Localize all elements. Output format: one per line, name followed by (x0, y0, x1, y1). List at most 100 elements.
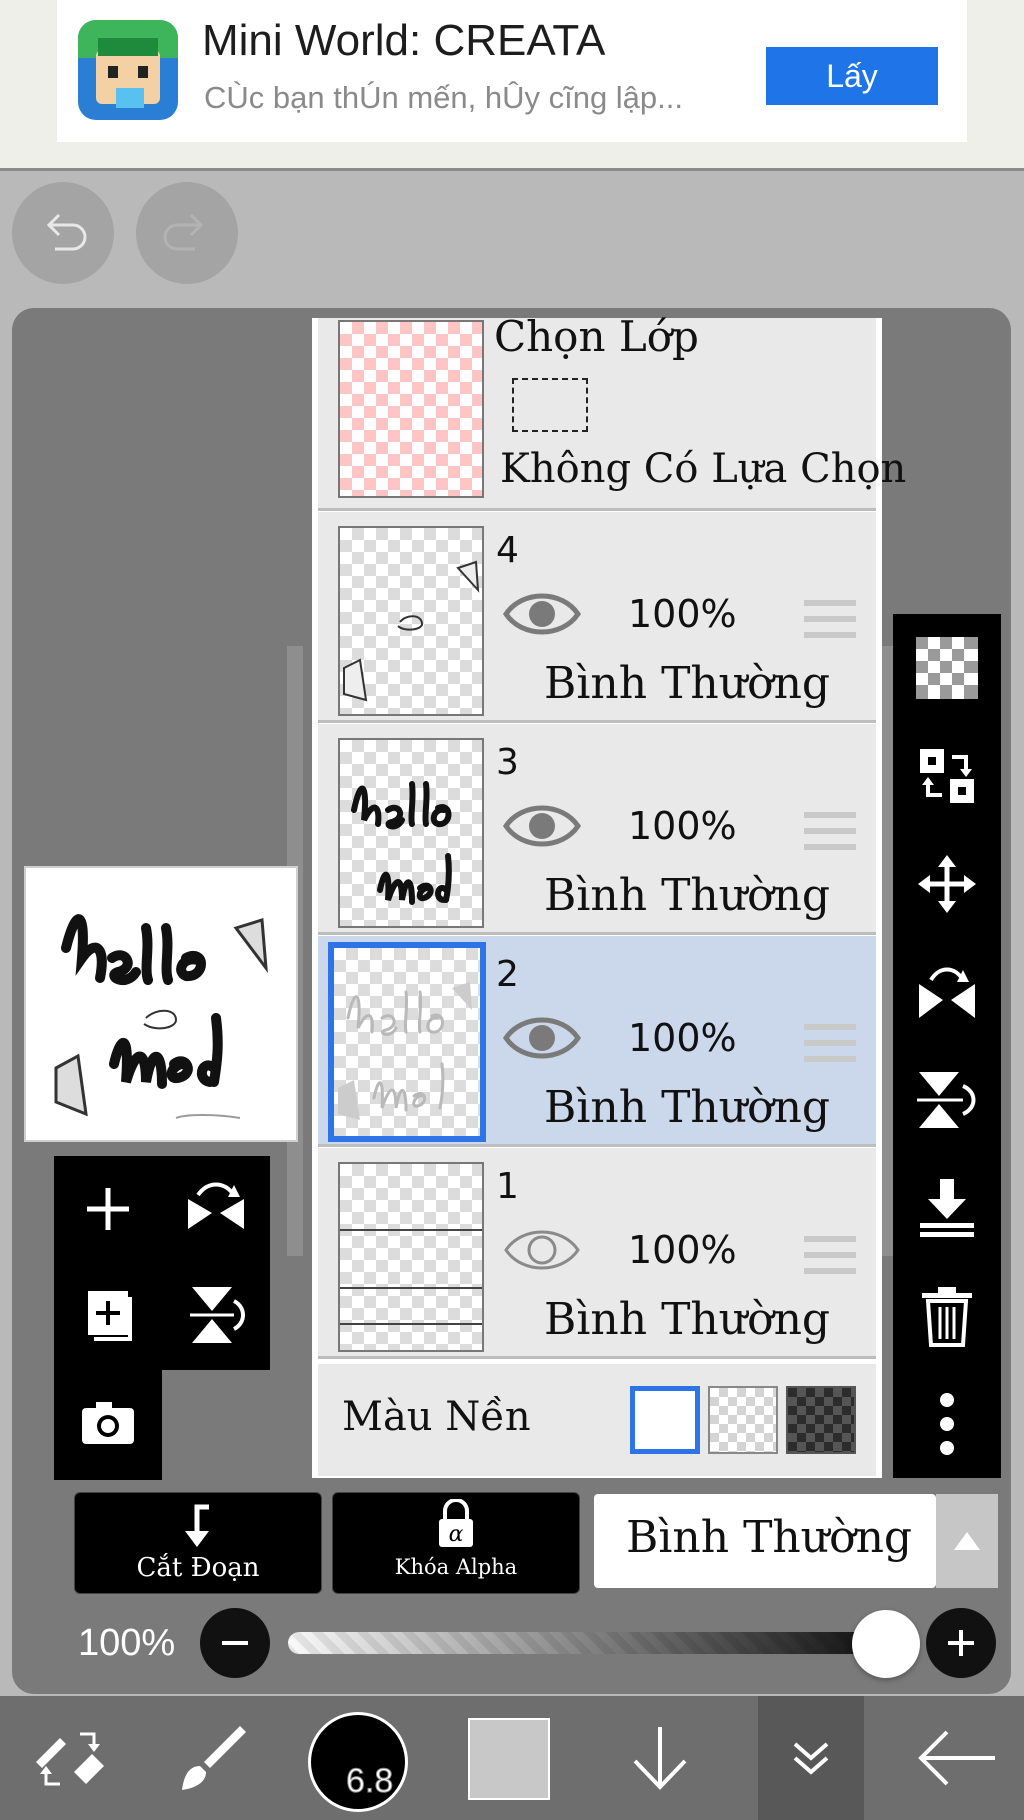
ad-title[interactable]: Mini World: CREATA (202, 16, 605, 66)
selection-layer-thumbnail (338, 320, 484, 498)
triangle-up-icon (954, 1532, 980, 1550)
minus-icon (222, 1641, 248, 1645)
brush-tool-button[interactable] (140, 1696, 280, 1820)
redo-icon (163, 213, 204, 251)
flip-horizontal-layer-button[interactable] (893, 938, 1001, 1046)
selection-status: Không Có Lựa Chọn (500, 446, 907, 492)
tool-switch-button[interactable] (0, 1696, 140, 1820)
undo-icon (46, 213, 87, 251)
alpha-lock-button[interactable]: α Khóa Alpha (332, 1492, 580, 1594)
alpha-lock-icon: α (439, 1499, 473, 1547)
layer-thumbnail (338, 738, 484, 928)
background-color-row: Màu Nền (318, 1364, 876, 1476)
opacity-slider[interactable] (288, 1632, 886, 1654)
merge-down-icon (920, 1179, 974, 1237)
selection-rect-icon (512, 378, 588, 432)
layer-blend-mode: Bình Thường (544, 1082, 831, 1133)
camera-button[interactable] (54, 1370, 162, 1476)
move-button[interactable] (893, 830, 1001, 938)
duplicate-layer-icon (88, 1291, 132, 1341)
eye-icon[interactable] (502, 588, 582, 640)
current-color-swatch[interactable] (468, 1718, 550, 1800)
selection-layer-row[interactable]: Chọn Lớp Không Có Lựa Chọn (318, 312, 906, 511)
flip-vertical-icon (917, 1072, 976, 1128)
collapse-panel-button[interactable] (758, 1696, 864, 1820)
layer-actions-panel (893, 614, 1001, 1478)
clipping-arrow-icon (185, 1504, 209, 1547)
double-chevron-down-icon (793, 1742, 829, 1775)
clipping-label: Cắt Đoạn (136, 1553, 260, 1583)
transparency-button[interactable] (893, 614, 1001, 722)
drag-handle-icon[interactable] (804, 810, 856, 854)
opacity-decrease-button[interactable] (200, 1608, 270, 1678)
ad-subtitle[interactable]: CÙc bạn thÚn mến, hÛy cĩng lập... (204, 80, 683, 116)
back-button[interactable] (890, 1696, 1024, 1820)
layer-number: 3 (496, 742, 519, 783)
delete-layer-button[interactable] (893, 1262, 1001, 1370)
background-dark-option[interactable] (786, 1386, 856, 1454)
background-color-label: Màu Nền (342, 1394, 531, 1440)
arrow-left-icon (918, 1730, 995, 1786)
trash-icon (922, 1287, 972, 1347)
checkerboard-icon (916, 637, 978, 699)
artwork-preview-image (54, 914, 268, 1119)
layer-row-3[interactable]: 3 100% Bình Thường (318, 724, 876, 935)
swap-layer-button[interactable] (893, 722, 1001, 830)
flip-vertical-button[interactable] (162, 1262, 270, 1368)
brush-icon (182, 1726, 246, 1790)
blend-mode-value: Bình Thường (626, 1512, 913, 1563)
merge-down-button[interactable] (893, 1154, 1001, 1262)
redo-button[interactable] (136, 182, 238, 284)
eye-icon[interactable] (502, 1012, 582, 1064)
plus-icon (948, 1630, 974, 1656)
opacity-increase-button[interactable] (926, 1608, 996, 1678)
layer-thumbnail (338, 1162, 484, 1352)
layer-row-4[interactable]: 4 100% Bình Thường (318, 512, 876, 723)
plus-icon (87, 1188, 129, 1230)
drag-handle-icon[interactable] (804, 598, 856, 642)
arrow-down-icon (633, 1727, 687, 1790)
clipping-button[interactable]: Cắt Đoạn (74, 1492, 322, 1594)
drag-handle-icon[interactable] (804, 1022, 856, 1066)
more-vertical-icon (940, 1393, 954, 1455)
layer-down-button[interactable] (590, 1696, 730, 1820)
blend-mode-select[interactable]: Bình Thường (594, 1494, 936, 1588)
layer-tools-panel (54, 1156, 270, 1370)
layer-row-1[interactable]: 1 100% Bình Thường (318, 1148, 876, 1359)
layer-thumbnail (338, 526, 484, 716)
more-options-button[interactable] (893, 1370, 1001, 1478)
layer-number: 1 (496, 1166, 519, 1207)
layer-number: 4 (496, 530, 519, 571)
add-layer-copy-button[interactable] (54, 1262, 162, 1368)
svg-text:α: α (449, 1522, 464, 1547)
background-transparent-option[interactable] (708, 1386, 778, 1454)
layer-thumbnail (328, 942, 486, 1142)
eye-icon[interactable] (502, 800, 582, 852)
flip-vertical-layer-button[interactable] (893, 1046, 1001, 1154)
background-white-option[interactable] (630, 1386, 700, 1454)
canvas-preview[interactable] (24, 866, 298, 1142)
flip-horizontal-icon (919, 967, 975, 1018)
ad-app-icon[interactable] (78, 20, 178, 120)
layer-opacity: 100% (628, 1228, 737, 1272)
layer-opacity: 100% (628, 804, 737, 848)
blend-mode-dropdown-button[interactable] (936, 1494, 998, 1588)
camera-icon (82, 1402, 134, 1444)
brush-size-value: 6.8 (345, 1762, 394, 1801)
opacity-value: 100% (78, 1622, 176, 1664)
move-icon (918, 855, 976, 913)
drag-handle-icon[interactable] (804, 1234, 856, 1278)
layer-blend-mode: Bình Thường (544, 870, 831, 921)
layer-number: 2 (496, 954, 519, 995)
opacity-slider-thumb[interactable] (852, 1610, 920, 1678)
flip-horizontal-button[interactable] (162, 1156, 270, 1262)
undo-button[interactable] (12, 182, 114, 284)
add-layer-button[interactable] (54, 1156, 162, 1262)
layer-row-2[interactable]: 2 100% Bình Thường (318, 936, 876, 1147)
alpha-lock-label: Khóa Alpha (394, 1555, 518, 1579)
swap-icon (920, 749, 974, 803)
eye-hidden-icon[interactable] (502, 1224, 582, 1276)
ad-get-button[interactable]: Lấy (766, 47, 938, 105)
layer-blend-mode: Bình Thường (544, 1294, 831, 1345)
flip-vertical-icon (190, 1287, 245, 1343)
